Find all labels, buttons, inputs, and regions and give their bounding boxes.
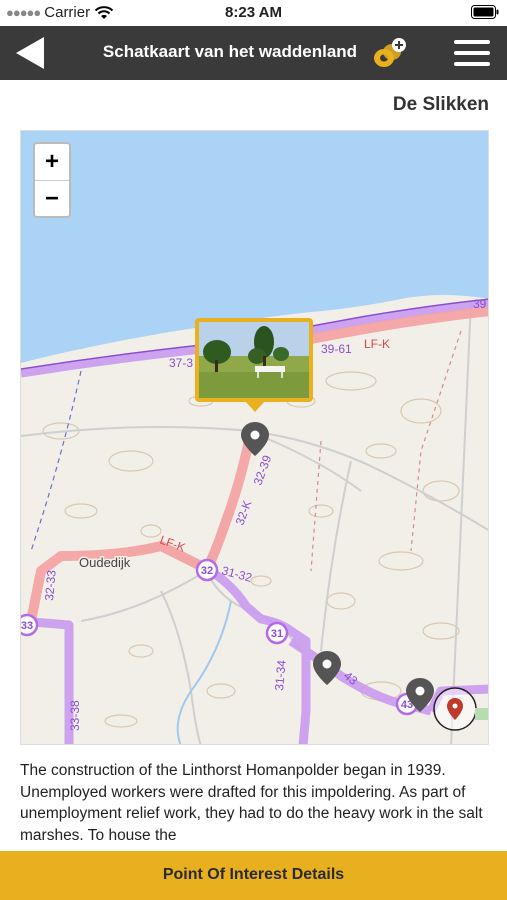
status-bar: ●●●●● Carrier 8:23 AM — [0, 0, 507, 26]
route-label: 33-38 — [68, 700, 82, 731]
zoom-in-button[interactable]: + — [35, 144, 69, 180]
route-label: 32-33 — [42, 569, 59, 601]
route-node-31[interactable]: 31 — [265, 621, 289, 645]
route-label: LF-K — [364, 337, 390, 351]
node-label: 32 — [201, 565, 213, 577]
poi-description: The construction of the Linthorst Homanp… — [20, 762, 483, 844]
menu-button[interactable] — [452, 38, 492, 68]
status-time: 8:23 AM — [225, 4, 282, 21]
back-arrow-icon — [16, 37, 44, 69]
map-canvas[interactable]: 39-61 LF-K LF-K 32-K 32-39 31-32 32-33 3… — [21, 131, 489, 745]
route-node-32[interactable]: 32 — [195, 558, 219, 582]
hamburger-menu-icon — [454, 40, 490, 66]
route-label: 39-61 — [321, 342, 352, 356]
poi-popup[interactable] — [195, 318, 313, 412]
nav-bar: Schatkaart van het waddenland — [0, 26, 507, 80]
back-button[interactable] — [10, 33, 50, 73]
current-location-icon[interactable] — [433, 687, 477, 731]
route-node-33[interactable]: 33 — [21, 613, 39, 637]
poi-title: De Slikken — [392, 94, 489, 115]
place-label: Oudedijk — [79, 555, 131, 570]
node-label: 33 — [21, 620, 33, 632]
poi-details-button[interactable]: Point Of Interest Details — [0, 851, 507, 900]
map-view[interactable]: 39-61 LF-K LF-K 32-K 32-39 31-32 32-33 3… — [20, 130, 489, 745]
nav-title: Schatkaart van het waddenland — [102, 42, 358, 61]
poi-details-label: Point Of Interest Details — [162, 866, 345, 883]
poi-thumbnail-image — [199, 322, 309, 398]
map-park — [475, 708, 488, 720]
route-label: 37-3 — [169, 356, 193, 370]
popup-pointer — [245, 401, 265, 412]
node-label: 31 — [271, 628, 283, 640]
zoom-control: + − — [33, 142, 71, 218]
route-label: 39 — [473, 297, 487, 311]
battery-icon — [471, 5, 499, 24]
coin-add-button[interactable] — [370, 36, 410, 70]
coin-add-icon — [374, 38, 406, 67]
zoom-out-button[interactable]: − — [35, 180, 69, 217]
route-label: 31-34 — [272, 659, 289, 691]
